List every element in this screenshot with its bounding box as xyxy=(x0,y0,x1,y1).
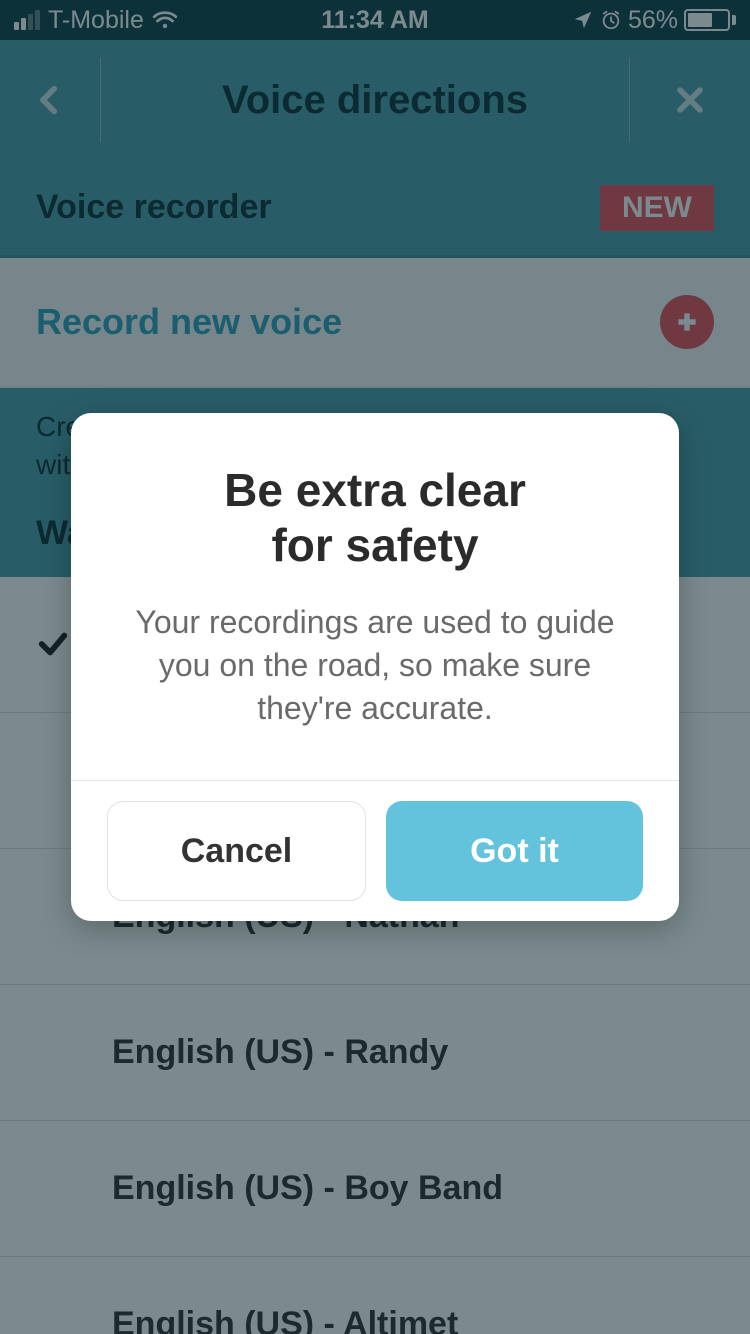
modal-title-line1: Be extra clear xyxy=(224,464,526,516)
got-it-button[interactable]: Got it xyxy=(386,801,643,901)
modal-title: Be extra clear for safety xyxy=(107,463,643,573)
modal-title-line2: for safety xyxy=(271,519,478,571)
modal-overlay: Be extra clear for safety Your recording… xyxy=(0,0,750,1334)
cancel-button[interactable]: Cancel xyxy=(107,801,366,901)
safety-modal: Be extra clear for safety Your recording… xyxy=(71,413,679,922)
modal-body: Your recordings are used to guide you on… xyxy=(107,601,643,731)
modal-divider xyxy=(71,780,679,781)
modal-actions: Cancel Got it xyxy=(107,801,643,901)
